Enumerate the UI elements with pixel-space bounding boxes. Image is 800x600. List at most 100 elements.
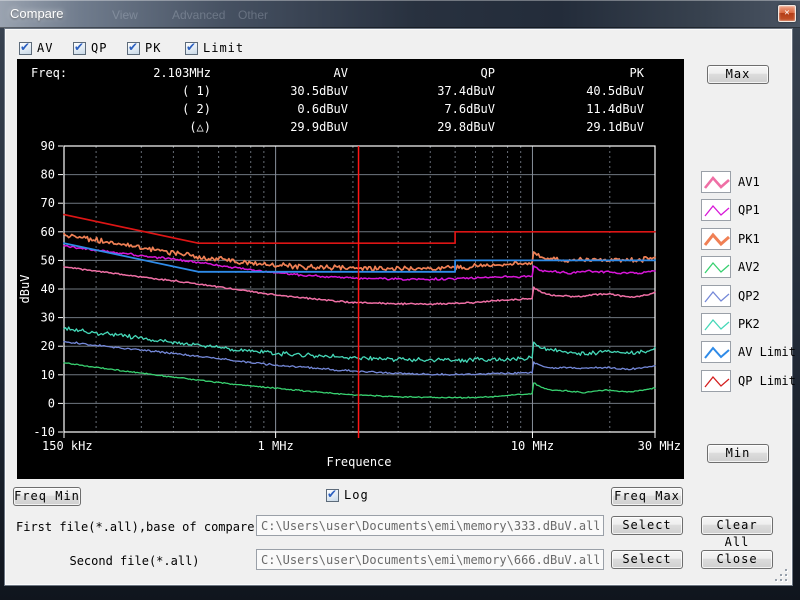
av-checkbox-box[interactable]: ✔ <box>19 42 32 55</box>
log-checkbox-label: Log <box>344 488 369 502</box>
svg-text:dBuV: dBuV <box>18 275 32 304</box>
close-button[interactable]: Close <box>701 550 773 569</box>
svg-text:0: 0 <box>48 396 55 410</box>
svg-text:60: 60 <box>41 225 55 239</box>
qp-limit-line-swatch <box>701 370 731 392</box>
titlebar[interactable]: Compare View Advanced Other ✕ <box>0 0 800 28</box>
file2-av: 0.6dBuV <box>211 102 348 116</box>
legend-label: QP2 <box>738 289 760 303</box>
svg-text:80: 80 <box>41 168 55 182</box>
av2-line-swatch <box>701 256 731 278</box>
qp-checkbox-label: QP <box>91 41 107 55</box>
max-button[interactable]: Max <box>707 65 769 84</box>
delta-qp: 29.8dBuV <box>348 120 495 134</box>
svg-text:10: 10 <box>41 368 55 382</box>
second-file-select-button[interactable]: Select <box>611 550 683 569</box>
freq-value: 2.103MHz <box>81 66 211 80</box>
svg-text:10 MHz: 10 MHz <box>511 439 554 453</box>
legend-label: AV2 <box>738 260 760 274</box>
clear-all-button[interactable]: Clear All <box>701 516 773 535</box>
ghost-menu-view: View <box>112 8 138 22</box>
qp-checkbox-box[interactable]: ✔ <box>73 42 86 55</box>
av-checkbox-label: AV <box>37 41 53 55</box>
limit-checkbox-label: Limit <box>203 41 244 55</box>
col-header-pk: PK <box>495 66 644 80</box>
readout-row-file2: ( 2) 0.6dBuV 7.6dBuV 11.4dBuV <box>17 100 684 118</box>
freq-max-button[interactable]: Freq Max <box>611 487 683 506</box>
svg-text:50: 50 <box>41 253 55 267</box>
first-file-path-input[interactable] <box>256 515 604 536</box>
pk-checkbox[interactable]: ✔ PK <box>127 41 161 55</box>
legend-item-qp2: QP2 <box>701 285 796 307</box>
svg-text:150 kHz: 150 kHz <box>42 439 93 453</box>
legend-item-av-limit: AV Limit <box>701 341 796 363</box>
svg-text:Frequence: Frequence <box>326 455 391 469</box>
file1-pk: 40.5dBuV <box>495 84 644 98</box>
file2-pk: 11.4dBuV <box>495 102 644 116</box>
svg-text:70: 70 <box>41 196 55 210</box>
svg-text:30: 30 <box>41 311 55 325</box>
legend-label: QP1 <box>738 203 760 217</box>
svg-text:20: 20 <box>41 339 55 353</box>
titlebar-close-button[interactable]: ✕ <box>778 5 796 22</box>
ghost-menu-other: Other <box>238 8 268 22</box>
spectrum-chart[interactable]: 9080706050403020100-10dBuV150 kHz1 MHz10… <box>17 141 684 479</box>
legend-item-av2: AV2 <box>701 256 796 278</box>
min-button[interactable]: Min <box>707 444 769 463</box>
resize-grip-icon[interactable] <box>774 568 787 581</box>
freq-min-button[interactable]: Freq Min <box>13 487 81 506</box>
legend-item-pk2: PK2 <box>701 313 796 335</box>
svg-text:1 MHz: 1 MHz <box>258 439 294 453</box>
readout-row-file1: ( 1) 30.5dBuV 37.4dBuV 40.5dBuV <box>17 82 684 100</box>
legend-label: AV1 <box>738 175 760 189</box>
svg-text:40: 40 <box>41 282 55 296</box>
limit-checkbox[interactable]: ✔ Limit <box>185 41 244 55</box>
first-file-select-button[interactable]: Select <box>611 516 683 535</box>
check-icon: ✔ <box>128 40 138 54</box>
pk2-line-swatch <box>701 313 731 335</box>
qp2-line-swatch <box>701 285 731 307</box>
legend-label: QP Limit <box>738 374 796 388</box>
legend-item-qp1: QP1 <box>701 199 796 221</box>
chart-legend: AV1 QP1 PK1 AV2 QP2 PK2 <box>701 171 796 398</box>
av-checkbox[interactable]: ✔ AV <box>19 41 53 55</box>
legend-item-pk1: PK1 <box>701 228 796 250</box>
legend-item-qp-limit: QP Limit <box>701 370 796 392</box>
file1-qp: 37.4dBuV <box>348 84 495 98</box>
log-checkbox-box[interactable]: ✔ <box>326 489 339 502</box>
pk1-line-swatch <box>701 228 731 250</box>
svg-text:90: 90 <box>41 141 55 153</box>
col-header-qp: QP <box>348 66 495 80</box>
check-icon: ✔ <box>74 40 84 54</box>
check-icon: ✔ <box>186 40 196 54</box>
second-file-path-input[interactable] <box>256 549 604 570</box>
dialog-client-area: ✔ AV ✔ QP ✔ PK ✔ Limit Freq: 2.103MHz AV… <box>4 28 793 586</box>
row-label: (△) <box>81 120 211 134</box>
ghost-menu-advanced: Advanced <box>172 8 225 22</box>
legend-label: AV Limit <box>738 345 796 359</box>
readout-row-delta: (△) 29.9dBuV 29.8dBuV 29.1dBuV <box>17 118 684 136</box>
second-file-label: Second file(*.all) <box>16 554 253 568</box>
row-label: ( 1) <box>81 84 211 98</box>
qp-checkbox[interactable]: ✔ QP <box>73 41 107 55</box>
pk-checkbox-label: PK <box>145 41 161 55</box>
av-limit-line-swatch <box>701 341 731 363</box>
window-title: Compare <box>10 6 63 21</box>
delta-av: 29.9dBuV <box>211 120 348 134</box>
legend-label: PK1 <box>738 232 760 246</box>
log-checkbox[interactable]: ✔ Log <box>326 488 369 502</box>
compare-dialog: Compare View Advanced Other ✕ ✔ AV ✔ QP … <box>0 0 800 600</box>
pk-checkbox-box[interactable]: ✔ <box>127 42 140 55</box>
file1-av: 30.5dBuV <box>211 84 348 98</box>
check-icon: ✔ <box>327 487 337 501</box>
delta-pk: 29.1dBuV <box>495 120 644 134</box>
check-icon: ✔ <box>20 40 30 54</box>
limit-checkbox-box[interactable]: ✔ <box>185 42 198 55</box>
legend-item-av1: AV1 <box>701 171 796 193</box>
col-header-av: AV <box>211 66 348 80</box>
first-file-label: First file(*.all),base of compare <box>16 520 254 534</box>
freq-label: Freq: <box>17 66 81 80</box>
measurement-panel: Freq: 2.103MHz AV QP PK ( 1) 30.5dBuV 37… <box>17 59 684 479</box>
row-label: ( 2) <box>81 102 211 116</box>
legend-label: PK2 <box>738 317 760 331</box>
